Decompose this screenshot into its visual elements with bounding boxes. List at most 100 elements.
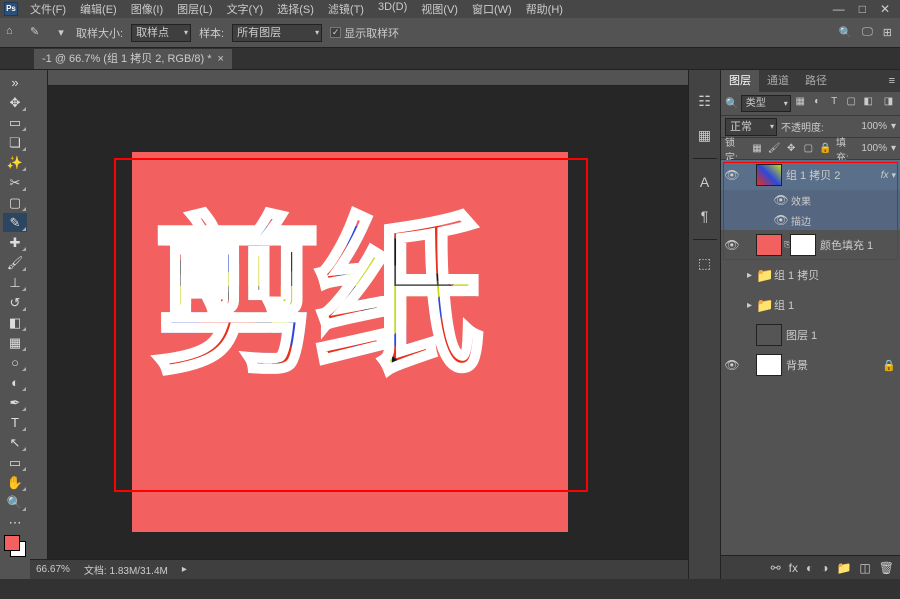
menu-filter[interactable]: 滤镜(T) (328, 1, 364, 17)
layer-name[interactable]: 组 1 拷贝 (774, 267, 900, 283)
menu-window[interactable]: 窗口(W) (472, 1, 512, 17)
filter-shape-icon[interactable]: ▢ (844, 96, 859, 111)
options-arrow[interactable]: ▾ (54, 26, 68, 40)
fx-dropdown-icon[interactable]: ▾ (891, 170, 900, 181)
dock-history-icon[interactable]: ☷ (694, 90, 716, 112)
layer-name[interactable]: 背景 (786, 357, 882, 373)
fx-badge[interactable]: fx (881, 170, 892, 181)
tool-history-brush[interactable]: ↺ (3, 293, 27, 312)
tool-shape[interactable]: ▭ (3, 453, 27, 472)
menu-edit[interactable]: 编辑(E) (80, 1, 117, 17)
tool-wand[interactable]: ✨ (3, 153, 27, 172)
tool-more[interactable]: ⋯ (3, 513, 27, 532)
tool-move[interactable]: ✥ (3, 93, 27, 112)
filter-image-icon[interactable]: ▦ (793, 96, 808, 111)
tool-eraser[interactable]: ◧ (3, 313, 27, 332)
tool-stamp[interactable]: ⊥ (3, 273, 27, 292)
sample-size-dropdown[interactable]: 取样点 (131, 24, 191, 42)
tool-frame[interactable]: ▢ (3, 193, 27, 212)
menu-view[interactable]: 视图(V) (421, 1, 458, 17)
tab-layers[interactable]: 图层 (721, 70, 759, 92)
layer-group-1[interactable]: ▸ 📁 组 1 (721, 290, 900, 320)
menu-select[interactable]: 选择(S) (277, 1, 314, 17)
visibility-icon[interactable]: 👁 (721, 238, 743, 252)
dock-swatches-icon[interactable]: ▦ (694, 124, 716, 146)
adjustment-icon[interactable]: ◑ (821, 561, 828, 575)
lock-position-icon[interactable]: ✥ (785, 143, 798, 154)
expand-icon[interactable]: ▸ (743, 300, 756, 311)
minimize-button[interactable]: — (833, 2, 845, 16)
menu-layer[interactable]: 图层(L) (177, 1, 212, 17)
layer-1[interactable]: 图层 1 (721, 320, 900, 350)
filter-search-icon[interactable]: 🔍 (725, 97, 739, 110)
tab-close-icon[interactable]: × (218, 49, 224, 69)
menu-3d[interactable]: 3D(D) (378, 1, 407, 17)
visibility-icon[interactable]: 👁 (721, 168, 743, 182)
delete-icon[interactable]: 🗑 (879, 561, 894, 575)
new-layer-icon[interactable]: ◫ (859, 561, 870, 575)
menu-help[interactable]: 帮助(H) (526, 1, 563, 17)
maximize-button[interactable]: □ (859, 2, 866, 16)
tab-channels[interactable]: 通道 (759, 70, 797, 92)
dock-type-icon[interactable]: A (694, 171, 716, 193)
status-arrow-icon[interactable]: ▸ (182, 564, 187, 575)
workspace-icon[interactable]: ⊞ (883, 26, 892, 39)
dock-paragraph-icon[interactable]: ¶ (694, 205, 716, 227)
lock-icon[interactable]: 🔒 (882, 359, 900, 372)
layer-name[interactable]: 颜色填充 1 (820, 237, 900, 253)
sample-dropdown[interactable]: 所有图层 (232, 24, 322, 42)
opacity-value[interactable]: 100% (861, 121, 887, 132)
panel-menu-icon[interactable]: ≡ (884, 75, 900, 87)
layer-name[interactable]: 组 1 (774, 297, 900, 313)
layer-group-copy-2[interactable]: 👁 组 1 拷贝 2 fx ▾ (721, 160, 900, 190)
mask-thumbnail[interactable] (790, 234, 816, 256)
tool-lasso[interactable]: ❏ (3, 133, 27, 152)
tool-path[interactable]: ↖ (3, 433, 27, 452)
expand-icon[interactable]: ▸ (743, 270, 756, 281)
tool-dodge[interactable]: ◐ (3, 373, 27, 392)
link-layers-icon[interactable]: ⚯ (771, 561, 781, 575)
lock-all-icon[interactable]: 🔒 (819, 143, 832, 154)
show-ring-checkbox[interactable]: ✓ 显示取样环 (330, 25, 399, 41)
layer-effect-stroke[interactable]: 👁 描边 (721, 210, 900, 230)
tool-type[interactable]: T (3, 413, 27, 432)
tool-zoom[interactable]: 🔍 (3, 493, 27, 512)
document-tab[interactable]: -1 @ 66.7% (组 1 拷贝 2, RGB/8) * × (34, 49, 232, 69)
dock-3d-icon[interactable]: ⬚ (694, 252, 716, 274)
filter-type-icon[interactable]: T (827, 96, 842, 111)
color-swatches[interactable] (4, 535, 26, 557)
tool-crop[interactable]: ✂ (3, 173, 27, 192)
opacity-arrow-icon[interactable]: ▾ (891, 121, 896, 132)
share-icon[interactable]: 🖵 (862, 26, 873, 39)
layer-thumbnail[interactable] (756, 354, 782, 376)
filter-adjust-icon[interactable]: ◐ (810, 96, 825, 111)
menu-image[interactable]: 图像(I) (131, 1, 163, 17)
lock-brush-icon[interactable]: 🖌 (768, 143, 781, 154)
tool-blur[interactable]: ○ (3, 353, 27, 372)
fill-value[interactable]: 100% (861, 143, 887, 154)
visibility-icon[interactable]: 👁 (771, 193, 791, 207)
menu-type[interactable]: 文字(Y) (227, 1, 264, 17)
filter-kind-dropdown[interactable]: 类型 (741, 95, 791, 112)
fill-arrow-icon[interactable]: ▾ (891, 143, 896, 154)
tool-marquee[interactable]: ▭ (3, 113, 27, 132)
layer-group-copy-1[interactable]: ▸ 📁 组 1 拷贝 (721, 260, 900, 290)
visibility-icon[interactable]: 👁 (771, 213, 791, 227)
layer-thumbnail[interactable] (756, 164, 782, 186)
layer-background[interactable]: 👁 背景 🔒 (721, 350, 900, 380)
mask-icon[interactable]: ◐ (806, 561, 813, 575)
menu-file[interactable]: 文件(F) (30, 1, 66, 17)
search-icon[interactable]: 🔍 (838, 26, 852, 39)
tab-paths[interactable]: 路径 (797, 70, 835, 92)
home-icon[interactable]: ⌂ (6, 25, 22, 41)
layer-color-fill-1[interactable]: 👁 ⎘ 颜色填充 1 (721, 230, 900, 260)
tool-gradient[interactable]: ▦ (3, 333, 27, 352)
visibility-icon[interactable]: 👁 (721, 358, 743, 372)
tool-brush[interactable]: 🖌 (3, 253, 27, 272)
filter-toggle[interactable]: ◨ (881, 96, 896, 111)
fill-thumbnail[interactable] (756, 234, 782, 256)
fx-icon[interactable]: fx (789, 561, 798, 575)
layer-name[interactable]: 图层 1 (786, 327, 900, 343)
filter-smart-icon[interactable]: ◧ (861, 96, 876, 111)
blend-mode-dropdown[interactable]: 正常 (725, 118, 777, 136)
